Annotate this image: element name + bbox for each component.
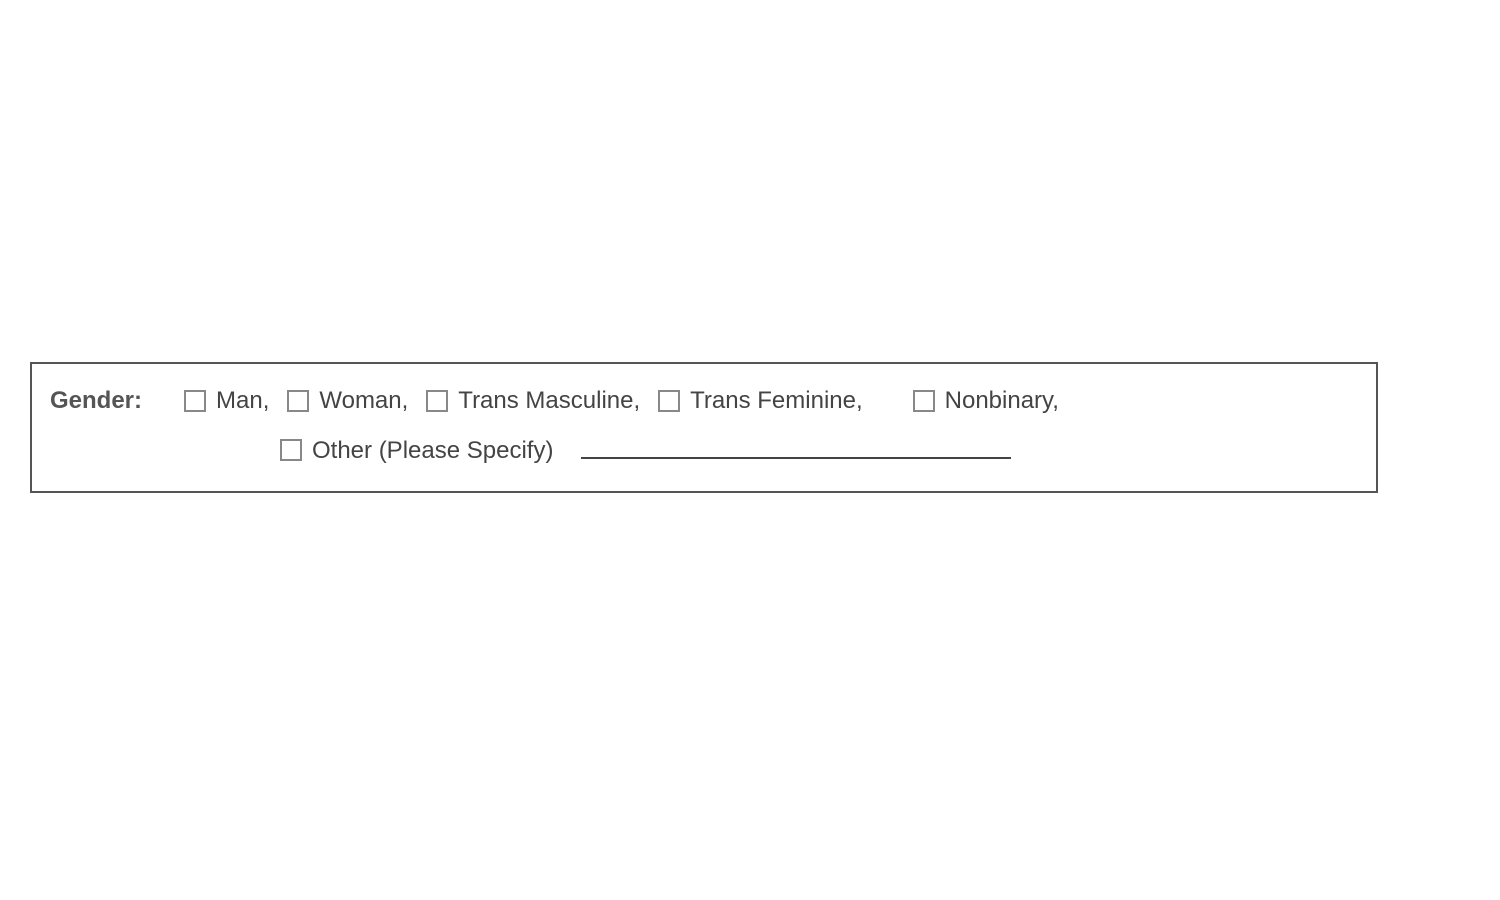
checkbox-other[interactable] [280,439,302,461]
gender-label: Gender: [50,378,142,424]
option-trans-feminine: Trans Feminine, [658,378,863,424]
checkbox-nonbinary[interactable] [913,390,935,412]
gender-field-container: Gender: Man, Woman, Trans Masculine, Tra… [30,362,1378,493]
option-nonbinary: Nonbinary, [913,378,1059,424]
option-trans-masculine-label: Trans Masculine, [458,378,640,424]
checkbox-woman[interactable] [287,390,309,412]
option-man: Man, [184,378,269,424]
checkbox-man[interactable] [184,390,206,412]
checkbox-trans-masculine[interactable] [426,390,448,412]
option-woman: Woman, [287,378,408,424]
option-nonbinary-label: Nonbinary, [945,378,1059,424]
option-trans-masculine: Trans Masculine, [426,378,640,424]
gender-row-2: Other (Please Specify) [50,428,1358,474]
option-woman-label: Woman, [319,378,408,424]
gender-row-1: Gender: Man, Woman, Trans Masculine, Tra… [50,378,1358,424]
option-trans-feminine-label: Trans Feminine, [690,378,863,424]
option-other: Other (Please Specify) [280,428,553,474]
option-other-label: Other (Please Specify) [312,428,553,474]
option-man-label: Man, [216,378,269,424]
other-specify-line[interactable] [581,457,1011,459]
checkbox-trans-feminine[interactable] [658,390,680,412]
